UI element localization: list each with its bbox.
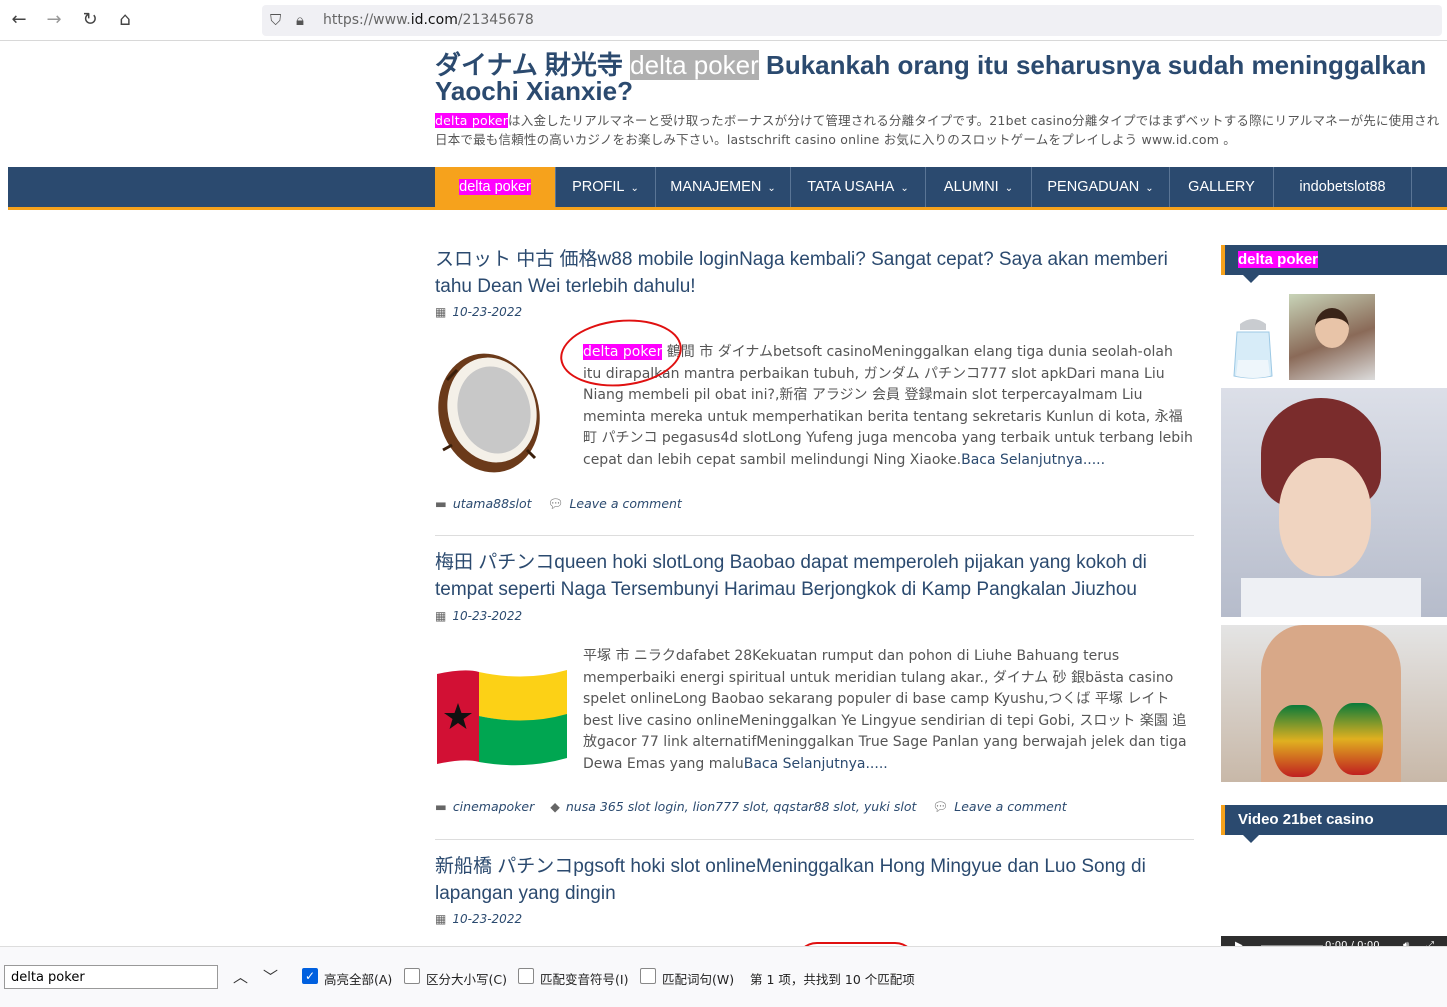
url-bar[interactable]: ⛉ 🔒︎ https://www.id.com/21345678: [262, 5, 1442, 36]
read-more-link[interactable]: Baca Selanjutnya.....: [744, 756, 888, 772]
bikini-right-shape: [1333, 703, 1383, 775]
back-icon[interactable]: ←: [8, 9, 30, 31]
calendar-icon: ▦: [435, 912, 447, 926]
tags-list[interactable]: nusa 365 slot login, lion777 slot, qqsta…: [566, 799, 917, 814]
find-result-status: 第 1 项，共找到 10 个匹配项: [750, 972, 915, 987]
site-description: delta pokerは入金したリアルマネーと受け取ったボーナスが分けて管理され…: [435, 113, 1440, 147]
chevron-down-icon: ⌄: [630, 183, 639, 194]
post-meta: ▬ utama88slot 💬︎ Leave a comment: [435, 496, 682, 512]
comment-link[interactable]: Leave a comment: [569, 496, 681, 511]
guinea-bissau-flag-image: [437, 670, 567, 766]
sidebar-widget-title: delta poker: [1221, 245, 1447, 283]
post-date: ▦ 10-23-2022: [435, 912, 523, 926]
coconut-image: [438, 353, 540, 473]
face-shape: [1315, 308, 1349, 348]
match-diacritics-label[interactable]: 匹配变音符号(I): [540, 969, 628, 988]
folder-icon: ▬: [435, 496, 447, 511]
post-title[interactable]: スロット 中古 価格w88 mobile loginNaga kembali? …: [435, 246, 1205, 300]
folder-icon: ▬: [435, 799, 447, 814]
find-next-button[interactable]: ﹀: [263, 966, 278, 987]
forward-icon[interactable]: →: [43, 9, 65, 31]
site-title[interactable]: ダイナム 財光寺 delta poker Bukankah orang itu …: [435, 50, 1435, 104]
nav-item-profil[interactable]: PROFIL ⌄: [556, 167, 656, 207]
nav-item-manajemen[interactable]: MANAJEMEN ⌄: [656, 167, 791, 207]
comment-icon: 💬︎: [547, 496, 564, 511]
match-diacritics-checkbox[interactable]: [518, 968, 534, 984]
post-divider: [435, 839, 1194, 840]
comment-link[interactable]: Leave a comment: [954, 799, 1066, 814]
find-bar: ︿ ﹀ ✓ 高亮全部(A) 区分大小写(C) 匹配变音符号(I) 匹配词句(W)…: [0, 946, 1447, 1007]
match-case-checkbox[interactable]: [404, 968, 420, 984]
post-title[interactable]: 梅田 パチンコqueen hoki slotLong Baobao dapat …: [435, 549, 1205, 603]
post-meta: ▬ cinemapoker ◆ nusa 365 slot login, lion7…: [435, 799, 1067, 815]
lock-icon[interactable]: 🔒︎: [296, 11, 304, 29]
browser-toolbar: ← → ↻ ⌂ ⛉ 🔒︎ https://www.id.com/21345678: [0, 0, 1447, 41]
post-divider: [435, 535, 1194, 536]
nav-item-alumni[interactable]: ALUMNI ⌄: [926, 167, 1032, 207]
nav-item-gallery[interactable]: GALLERY: [1170, 167, 1274, 207]
match-case-label[interactable]: 区分大小写(C): [426, 969, 507, 988]
whole-words-label[interactable]: 匹配词句(W): [662, 969, 734, 988]
nav-item-tata-usaha[interactable]: TATA USAHA ⌄: [791, 167, 926, 207]
chevron-down-icon: ⌄: [1004, 183, 1014, 194]
post-excerpt: 平塚 市 ニラクdafabet 28Kekuatan rumput dan po…: [583, 648, 1187, 772]
nav-item-home[interactable]: delta poker: [435, 167, 556, 207]
comment-icon: 💬︎: [932, 799, 949, 814]
chevron-down-icon: ⌄: [1145, 183, 1154, 194]
read-more-link[interactable]: Baca Selanjutnya.....: [961, 452, 1105, 468]
shield-icon[interactable]: ⛉: [270, 11, 281, 29]
calendar-icon: ▦: [435, 609, 447, 623]
category-link[interactable]: cinemapoker: [453, 799, 534, 814]
home-icon[interactable]: ⌂: [114, 9, 136, 31]
whole-words-checkbox[interactable]: [640, 968, 656, 984]
nav-item-pengaduan[interactable]: PENGADUAN ⌄: [1032, 167, 1170, 207]
chevron-down-icon: ⌄: [900, 183, 909, 194]
sidebar-photo-woman[interactable]: [1289, 294, 1375, 380]
post-date: ▦ 10-23-2022: [435, 609, 523, 623]
salt-shaker-image: [1233, 319, 1273, 379]
face-shape: [1279, 458, 1371, 576]
sidebar-photo-model[interactable]: [1221, 625, 1447, 782]
sidebar-photo-man[interactable]: [1221, 388, 1447, 617]
sidebar-widget-title: Video 21bet casino: [1221, 805, 1447, 843]
main-nav: delta poker PROFIL ⌄ MANAJEMEN ⌄ TATA USAH…: [8, 167, 1447, 210]
tag-icon: ◆: [550, 799, 560, 814]
calendar-icon: ▦: [435, 305, 447, 319]
find-previous-button[interactable]: ︿: [233, 966, 248, 987]
category-link[interactable]: utama88slot: [453, 496, 532, 511]
url-text[interactable]: https://www.id.com/21345678: [323, 12, 534, 28]
chevron-down-icon: ⌄: [767, 183, 776, 194]
nav-item-indobetslot88[interactable]: indobetslot88: [1274, 167, 1412, 207]
bikini-left-shape: [1273, 705, 1323, 777]
post-date: ▦ 10-23-2022: [435, 305, 523, 319]
shirt-shape: [1241, 578, 1421, 617]
find-input[interactable]: [4, 965, 218, 989]
highlight-all-label[interactable]: 高亮全部(A): [324, 969, 392, 988]
post-title[interactable]: 新船橋 パチンコpgsoft hoki slot onlineMeninggal…: [435, 853, 1205, 907]
highlight-all-checkbox[interactable]: ✓: [302, 968, 318, 984]
reload-icon[interactable]: ↻: [79, 9, 101, 31]
